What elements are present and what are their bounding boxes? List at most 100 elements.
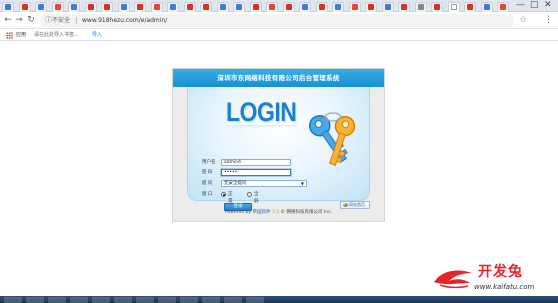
browser-tab[interactable]	[447, 2, 460, 12]
browser-tab[interactable]	[101, 2, 113, 12]
tab-favicon-icon	[384, 4, 391, 10]
powered-by-footer: Powered by 帝国软件 7.5 © 网络科技有限公司 Inc.	[173, 209, 384, 217]
security-question-value: 无安全提问	[224, 181, 247, 186]
browser-tab[interactable]	[497, 2, 509, 12]
taskbar-item[interactable]	[26, 297, 44, 303]
browser-tab[interactable]	[200, 2, 212, 12]
tab-favicon-icon	[467, 4, 473, 10]
forward-icon[interactable]: →	[14, 14, 24, 26]
browser-tab[interactable]	[398, 2, 410, 12]
tab-favicon-icon	[500, 4, 506, 10]
radio-normal[interactable]	[221, 192, 226, 197]
tab-favicon-icon	[54, 4, 61, 10]
tab-favicon-icon	[236, 4, 242, 10]
browser-tab[interactable]	[414, 2, 427, 12]
site-home-button[interactable]: 网站首页	[340, 201, 370, 209]
tab-favicon-icon	[368, 4, 374, 10]
browser-tab[interactable]	[150, 2, 163, 12]
tab-favicon-icon	[252, 4, 259, 10]
bookmarks-hint: 请在此处导入书签...	[34, 32, 79, 38]
browser-tab[interactable]	[348, 2, 361, 12]
browser-tab[interactable]	[216, 2, 229, 12]
browser-tab[interactable]	[464, 2, 476, 12]
browser-tab[interactable]	[18, 2, 31, 12]
powered-brand[interactable]: 帝国软件	[253, 210, 271, 215]
back-icon[interactable]: ←	[3, 14, 13, 26]
url-text[interactable]: www.918hezu.com/e/admin/	[82, 14, 167, 27]
radio-fullscreen-label[interactable]: 全屏	[254, 191, 259, 205]
reload-icon[interactable]: ↻	[26, 14, 36, 26]
browser-tab[interactable]	[365, 2, 377, 12]
taskbar-item[interactable]	[70, 297, 88, 303]
login-header-title: 深圳市东网络科技有限公司后台管理系统	[217, 74, 340, 82]
browser-tab[interactable]	[117, 2, 130, 12]
taskbar-item[interactable]	[114, 297, 132, 303]
browser-tab[interactable]	[480, 2, 493, 12]
browser-tab[interactable]	[134, 2, 146, 12]
tab-favicon-icon	[483, 4, 490, 10]
browser-tab[interactable]	[249, 2, 262, 12]
login-hero-text: LOGIN	[226, 97, 297, 127]
close-window-button[interactable]: ✕	[544, 1, 552, 10]
security-question-select[interactable]: 无安全提问 ▼	[221, 180, 307, 187]
tab-favicon-icon	[21, 4, 28, 10]
username-value: admin4	[224, 160, 241, 165]
browser-tab[interactable]	[282, 2, 295, 12]
browser-tab[interactable]	[2, 2, 14, 12]
taskbar-start[interactable]	[4, 297, 22, 303]
password-label: 密 码	[202, 170, 213, 175]
taskbar-item[interactable]	[92, 297, 110, 303]
info-icon[interactable]: ⓘ	[45, 15, 52, 26]
tab-favicon-icon	[38, 4, 44, 10]
browser-tab[interactable]	[431, 2, 443, 12]
rabbit-logo-icon	[434, 270, 472, 289]
tab-favicon-icon	[5, 4, 11, 10]
apps-grid-icon[interactable]	[6, 32, 13, 39]
browser-tab[interactable]	[381, 2, 394, 12]
radio-fullscreen[interactable]	[247, 192, 252, 197]
username-input[interactable]: admin4	[221, 159, 291, 166]
login-form: LOGIN 用户名 admin4 密 码 ••••• 提 问 无安全提问 ▼ 窗…	[187, 87, 370, 211]
login-panel: 深圳市东网络科技有限公司后台管理系统 LOGIN 用户名 admin4 密 码 …	[172, 68, 385, 222]
browser-tab[interactable]	[315, 2, 328, 12]
browser-tab[interactable]	[51, 2, 64, 12]
browser-tab[interactable]	[35, 2, 47, 12]
taskbar-item[interactable]	[158, 297, 176, 303]
apps-label[interactable]: 应用	[16, 30, 26, 41]
browser-tab[interactable]	[233, 2, 245, 12]
tab-favicon-icon	[219, 4, 226, 10]
password-input[interactable]: •••••	[221, 169, 291, 176]
security-label: 不安全	[52, 17, 71, 24]
browser-toolbar: ← → ↻ ⓘ 不安全 www.918hezu.com/e/admin/ ☆ ⋮	[0, 12, 558, 29]
browser-tab[interactable]	[167, 2, 179, 12]
browser-tab[interactable]	[84, 2, 97, 12]
taskbar-item[interactable]	[202, 297, 220, 303]
bookmarks-bar: 应用 请在此处导入书签... 导入	[0, 30, 558, 41]
taskbar-item[interactable]	[224, 297, 242, 303]
chevron-down-icon: ▼	[300, 181, 304, 186]
watermark-en: www.kaifatu.com	[474, 283, 535, 291]
tab-favicon-icon	[71, 4, 77, 10]
question-label: 提 问	[202, 181, 213, 186]
browser-tab[interactable]	[266, 2, 278, 12]
taskbar-item[interactable]	[246, 297, 264, 303]
watermark-cn: 开发兔	[478, 264, 523, 280]
tab-favicon-icon	[450, 4, 457, 10]
taskbar-item[interactable]	[48, 297, 66, 303]
browser-menu-icon[interactable]: ⋮	[544, 14, 553, 26]
browser-tab[interactable]	[332, 2, 344, 12]
taskbar-item[interactable]	[180, 297, 198, 303]
taskbar	[0, 296, 558, 303]
tab-strip: — □ ✕	[0, 0, 558, 12]
maximize-button[interactable]: □	[530, 1, 539, 10]
tab-favicon-icon	[318, 4, 325, 10]
import-bookmarks-link[interactable]: 导入	[92, 30, 102, 41]
bookmark-star-icon[interactable]: ☆	[519, 14, 527, 26]
taskbar-item[interactable]	[136, 297, 154, 303]
browser-tab[interactable]	[68, 2, 80, 12]
browser-tab[interactable]	[183, 2, 196, 12]
minimize-button[interactable]: —	[516, 1, 525, 10]
tab-favicon-icon	[401, 4, 407, 10]
address-bar[interactable]: ⓘ 不安全 www.918hezu.com/e/admin/	[40, 14, 514, 27]
browser-tab[interactable]	[299, 2, 311, 12]
